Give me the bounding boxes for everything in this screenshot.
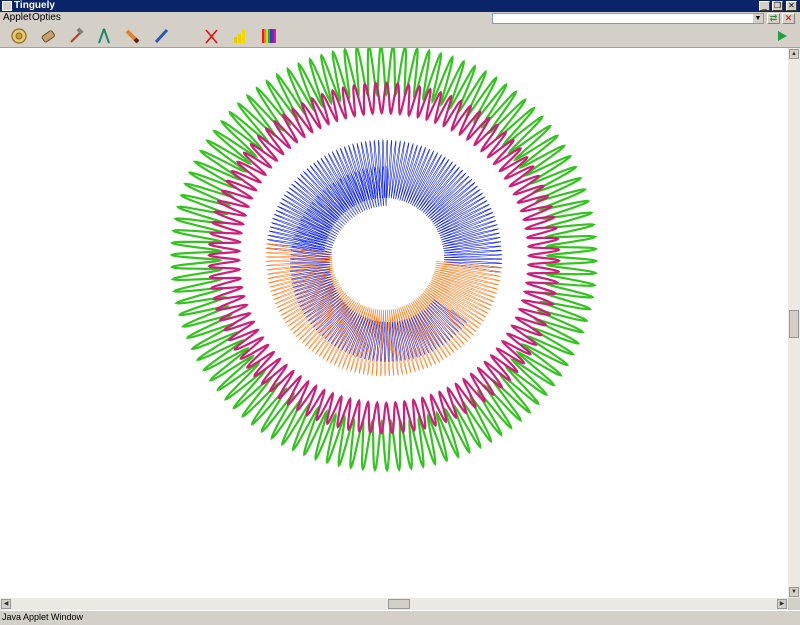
delete-tool-button[interactable]	[201, 26, 221, 46]
compass-tool-button[interactable]	[94, 26, 114, 46]
delete-icon	[205, 29, 218, 44]
chart-icon	[234, 30, 245, 43]
clear-button[interactable]: ✕	[782, 13, 795, 24]
shape-select[interactable]: ▼	[492, 13, 764, 24]
pencil-icon	[125, 29, 140, 44]
scroll-corner	[788, 598, 800, 610]
palette-tool-button[interactable]	[259, 26, 279, 46]
run-button[interactable]	[772, 26, 792, 46]
close-button[interactable]: ✕	[786, 1, 797, 11]
pen-tool-button[interactable]	[151, 26, 171, 46]
vertical-scroll-thumb[interactable]	[789, 310, 799, 338]
scroll-down-arrow[interactable]: ▼	[789, 587, 799, 597]
horizontal-scroll-thumb[interactable]	[388, 599, 410, 609]
status-bar: Java Applet Window	[0, 610, 800, 625]
drawing-canvas[interactable]	[0, 43, 788, 598]
chevron-down-icon[interactable]: ▼	[753, 14, 763, 23]
java-app-icon	[2, 1, 12, 11]
eraser-icon	[41, 30, 55, 43]
status-text: Java Applet Window	[2, 612, 84, 622]
spirograph-drawing	[169, 43, 599, 473]
scroll-left-arrow[interactable]: ◀	[1, 599, 11, 609]
menu-applet[interactable]: Applet	[3, 12, 31, 24]
play-icon	[778, 31, 787, 41]
pencil-tool-button[interactable]	[122, 26, 142, 46]
chart-tool-button[interactable]	[230, 26, 250, 46]
refresh-button[interactable]: ⇄	[767, 13, 780, 24]
gear-icon	[11, 28, 27, 44]
scroll-right-arrow[interactable]: ▶	[777, 599, 787, 609]
hammer-icon	[70, 27, 84, 43]
hammer-tool-button[interactable]	[66, 26, 86, 46]
title-bar: Tinguely _ ❒ ✕	[0, 0, 800, 12]
pen-icon	[154, 28, 169, 44]
scroll-up-arrow[interactable]: ▲	[789, 49, 799, 59]
toolbar	[0, 24, 800, 48]
magenta-ring	[207, 81, 561, 435]
compass-icon	[98, 28, 110, 44]
restore-button[interactable]: ❒	[772, 1, 783, 11]
blue-ring	[266, 139, 503, 273]
menu-opties[interactable]: Opties	[32, 12, 61, 24]
color-palette-icon	[262, 29, 276, 43]
eraser-tool-button[interactable]	[38, 26, 58, 46]
window-title: Tinguely	[14, 0, 55, 11]
gear-tool-button[interactable]	[9, 26, 29, 46]
minimize-button[interactable]: _	[759, 1, 770, 11]
